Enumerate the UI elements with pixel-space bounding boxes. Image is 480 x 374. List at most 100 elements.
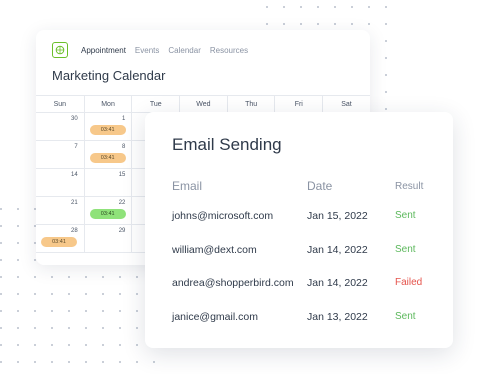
decorative-dot — [351, 6, 353, 8]
calendar-day-cell[interactable]: 8 03:41 — [83, 141, 132, 168]
day-number: 21 — [71, 200, 78, 206]
email-address: william@dext.com — [172, 243, 257, 256]
decorative-dot — [385, 91, 387, 93]
calendar-app-icon[interactable] — [52, 42, 68, 58]
dow-tue: Tue — [131, 96, 179, 112]
decorative-dot — [102, 293, 104, 295]
decorative-dot — [0, 293, 2, 295]
dow-thu: Thu — [226, 96, 275, 112]
decorative-dot — [68, 276, 70, 278]
decorative-dot — [51, 293, 53, 295]
email-sending-title: Email Sending — [172, 135, 282, 154]
calendar-event-chip[interactable]: 03:41 — [41, 237, 77, 247]
email-date: Jan 14, 2022 — [307, 243, 368, 256]
decorative-dot — [85, 327, 87, 329]
decorative-dot — [51, 327, 53, 329]
decorative-dot — [17, 259, 19, 261]
decorative-dot — [385, 40, 387, 42]
decorative-dot — [17, 293, 19, 295]
decorative-dot — [68, 361, 70, 363]
email-row[interactable]: janice@gmail.com Jan 13, 2022 Sent — [145, 311, 453, 331]
decorative-dot — [68, 310, 70, 312]
decorative-dot — [385, 23, 387, 25]
decorative-dot — [334, 23, 336, 25]
decorative-dot — [85, 293, 87, 295]
calendar-event-chip[interactable]: 03:41 — [89, 125, 126, 135]
email-date: Jan 15, 2022 — [307, 210, 368, 222]
calendar-day-cell[interactable]: 21 — [36, 197, 84, 224]
decorative-dot — [283, 6, 285, 8]
decorative-dot — [102, 310, 104, 312]
decorative-dot — [136, 327, 138, 329]
nav-resources[interactable]: Resources — [210, 46, 248, 55]
decorative-dot — [385, 108, 387, 110]
decorative-dot — [17, 225, 19, 227]
calendar-day-cell[interactable]: 28 03:41 — [36, 225, 84, 252]
decorative-dot — [34, 327, 36, 329]
decorative-dot — [136, 310, 138, 312]
decorative-dot — [34, 310, 36, 312]
email-result-status: Sent — [395, 310, 416, 322]
nav-calendar[interactable]: Calendar — [168, 46, 200, 55]
decorative-dot — [102, 361, 104, 363]
decorative-dot — [51, 361, 53, 363]
decorative-dot — [85, 344, 87, 346]
calendar-day-cell[interactable]: 7 — [36, 141, 84, 168]
dow-sat: Sat — [322, 96, 370, 112]
calendar-day-cell[interactable]: 1 03:41 — [83, 113, 132, 140]
calendar-day-cell[interactable]: 14 — [36, 169, 84, 196]
email-sending-card: Email Sending Email Date Result johns@mi… — [145, 112, 453, 348]
decorative-dot — [351, 23, 353, 25]
decorative-dot — [136, 344, 138, 346]
decorative-dot — [119, 310, 121, 312]
calendar-event-chip[interactable]: 03:41 — [89, 153, 126, 163]
decorative-dot — [17, 276, 19, 278]
email-date: Jan 13, 2022 — [307, 310, 368, 323]
days-of-week-header: Sun Mon Tue Wed Thu Fri Sat — [36, 95, 370, 113]
decorative-dot — [119, 276, 121, 278]
decorative-dot — [385, 57, 387, 59]
day-number: 15 — [118, 172, 126, 178]
decorative-dot — [334, 6, 336, 8]
decorative-dot — [283, 23, 285, 25]
dow-mon: Mon — [83, 96, 132, 112]
nav-events[interactable]: Events — [135, 46, 159, 55]
email-address: andrea@shopperbird.com — [172, 277, 294, 289]
email-row[interactable]: andrea@shopperbird.com Jan 14, 2022 Failed — [145, 277, 453, 297]
decorative-dot — [102, 276, 104, 278]
decorative-dot — [136, 361, 138, 363]
decorative-dot — [17, 344, 19, 346]
decorative-dot — [68, 327, 70, 329]
calendar-day-cell[interactable]: 22 03:41 — [83, 197, 132, 224]
dow-sun: Sun — [53, 100, 67, 108]
decorative-dot — [17, 242, 19, 244]
calendar-day-cell[interactable]: 30 — [36, 113, 84, 140]
email-row[interactable]: william@dext.com Jan 14, 2022 Sent — [145, 244, 453, 264]
email-date: Jan 14, 2022 — [307, 277, 368, 289]
decorative-dot — [34, 361, 36, 363]
day-number: 14 — [71, 172, 78, 178]
decorative-dot — [0, 361, 2, 363]
decorative-dot — [317, 6, 319, 8]
decorative-dot — [102, 344, 104, 346]
decorative-dot — [136, 276, 138, 278]
day-number: 7 — [74, 144, 78, 150]
decorative-dot — [102, 327, 104, 329]
calendar-day-cell[interactable]: 15 — [83, 169, 132, 196]
calendar-event-chip[interactable]: 03:41 — [89, 209, 126, 219]
day-number: 29 — [118, 228, 126, 234]
decorative-dot — [317, 23, 319, 25]
decorative-dot — [0, 310, 2, 312]
decorative-dot — [119, 361, 121, 363]
decorative-dot — [0, 208, 2, 210]
column-header-date: Date — [307, 179, 333, 193]
day-number: 8 — [122, 144, 126, 150]
email-row[interactable]: johns@microsoft.com Jan 15, 2022 Sent — [145, 210, 453, 230]
calendar-day-cell[interactable]: 29 — [83, 225, 132, 252]
nav-appointment[interactable]: Appointment — [81, 46, 126, 55]
email-result-status: Sent — [395, 243, 416, 255]
decorative-dot — [119, 327, 121, 329]
dow-wed: Wed — [179, 96, 227, 112]
decorative-dot — [34, 293, 36, 295]
day-number: 22 — [118, 200, 126, 206]
